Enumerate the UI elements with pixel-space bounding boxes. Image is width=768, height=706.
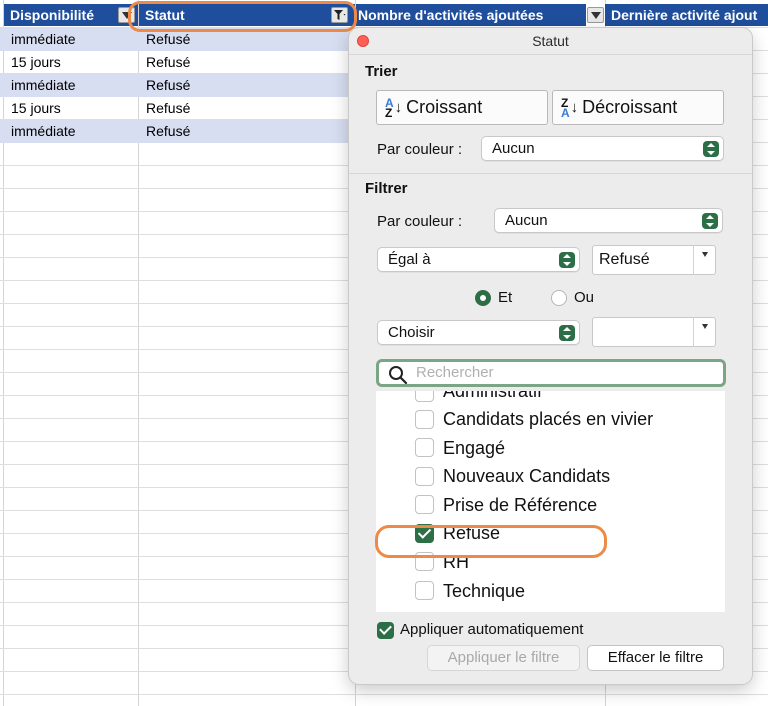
chevron-down-icon[interactable]	[693, 246, 715, 274]
sort-descending-button[interactable]: Z A ↓ Décroissant	[552, 90, 724, 125]
auto-apply-checkbox[interactable]	[377, 622, 394, 639]
header-nb-activites-label: Nombre d'activités ajoutées	[358, 7, 544, 23]
sort-ascending-label: Croissant	[406, 97, 483, 117]
header-disponibilite-label: Disponibilité	[10, 7, 94, 23]
apply-filter-button[interactable]: Appliquer le filtre	[427, 645, 580, 671]
table-row[interactable]: 15 jours Refusé	[0, 97, 355, 120]
filter-by-color-value: Aucun	[505, 212, 548, 229]
value-label: Prise de Référence	[443, 495, 598, 515]
cell-disponibilite[interactable]: 15 jours	[4, 51, 138, 74]
condition1-operator-value: Égal à	[388, 251, 431, 268]
divider	[349, 54, 752, 55]
value-checkbox[interactable]	[415, 581, 434, 600]
condition2-operator-select[interactable]: Choisir	[377, 320, 580, 345]
divider	[349, 173, 752, 174]
cell-disponibilite[interactable]: immédiate	[4, 120, 138, 143]
cell-statut[interactable]: Refusé	[139, 74, 355, 97]
value-label: Candidats placés en vivier	[443, 409, 654, 429]
value-label: Technique	[443, 581, 526, 601]
stepper-icon	[702, 213, 718, 229]
cell-statut[interactable]: Refusé	[139, 120, 355, 143]
sort-descending-icon: Z A ↓	[561, 95, 579, 120]
value-label: Engagé	[443, 438, 506, 458]
sort-ascending-icon: A Z ↓	[385, 95, 403, 120]
statut-header-highlight	[128, 1, 357, 32]
sort-by-color-select[interactable]: Aucun	[481, 136, 724, 161]
or-radio[interactable]	[551, 290, 567, 306]
condition1-value: Refusé	[599, 251, 650, 268]
cell-disponibilite[interactable]: immédiate	[4, 74, 138, 97]
popup-title: Statut	[532, 33, 569, 49]
filter-by-color-label: Par couleur :	[377, 213, 463, 230]
clear-filter-button[interactable]: Effacer le filtre	[587, 645, 724, 671]
and-radio-label: Et	[498, 289, 513, 306]
values-list[interactable]: Administratif Candidats placés en vivier…	[376, 391, 725, 612]
stepper-icon	[559, 252, 575, 268]
value-label: Nouveaux Candidats	[443, 466, 611, 486]
condition1-value-combo[interactable]: Refusé	[592, 245, 716, 275]
value-checkbox[interactable]	[415, 438, 434, 457]
table-row[interactable]: immédiate Refusé	[0, 120, 355, 143]
stepper-icon	[703, 141, 719, 157]
refuse-item-highlight	[375, 525, 607, 558]
grid-line	[0, 694, 768, 695]
cell-statut[interactable]: Refusé	[139, 51, 355, 74]
auto-apply-label: Appliquer automatiquement	[400, 621, 584, 638]
condition1-operator-select[interactable]: Égal à	[377, 247, 580, 272]
cell-disponibilite[interactable]: immédiate	[4, 28, 138, 51]
table-row[interactable]: immédiate Refusé	[0, 74, 355, 97]
chevron-down-icon[interactable]	[693, 318, 715, 346]
chevron-down-icon	[590, 11, 601, 19]
cell-statut[interactable]: Refusé	[139, 97, 355, 120]
table-row[interactable]: 15 jours Refusé	[0, 51, 355, 74]
sort-by-color-label: Par couleur :	[377, 141, 463, 158]
search-placeholder: Rechercher	[416, 364, 494, 381]
value-checkbox[interactable]	[415, 391, 434, 402]
condition2-operator-value: Choisir	[388, 324, 435, 341]
value-checkbox[interactable]	[415, 467, 434, 486]
sort-section-title: Trier	[365, 63, 398, 80]
header-derniere-activite[interactable]: Dernière activité ajout	[605, 4, 768, 26]
cell-disponibilite[interactable]: 15 jours	[4, 97, 138, 120]
value-checkbox[interactable]	[415, 495, 434, 514]
value-checkbox[interactable]	[415, 410, 434, 429]
header-nb-activites[interactable]: Nombre d'activités ajoutées	[356, 4, 586, 26]
and-radio[interactable]	[475, 290, 491, 306]
search-icon	[389, 366, 408, 385]
value-label: Administratif	[443, 391, 543, 401]
filter-dropdown-nb-activites-button[interactable]	[587, 7, 604, 23]
search-input[interactable]: Rechercher	[376, 359, 726, 387]
filter-section-title: Filtrer	[365, 180, 408, 197]
header-derniere-activite-label: Dernière activité ajout	[611, 7, 758, 23]
sort-by-color-value: Aucun	[492, 140, 535, 157]
sort-descending-label: Décroissant	[582, 97, 678, 117]
sort-ascending-button[interactable]: A Z ↓ Croissant	[376, 90, 548, 125]
condition2-value-combo[interactable]	[592, 317, 716, 347]
stepper-icon	[559, 325, 575, 341]
or-radio-label: Ou	[574, 289, 595, 306]
filter-popup: Statut Trier A Z ↓ Croissant Z A ↓ Décroissa…	[349, 28, 752, 684]
filter-by-color-select[interactable]: Aucun	[494, 208, 723, 233]
